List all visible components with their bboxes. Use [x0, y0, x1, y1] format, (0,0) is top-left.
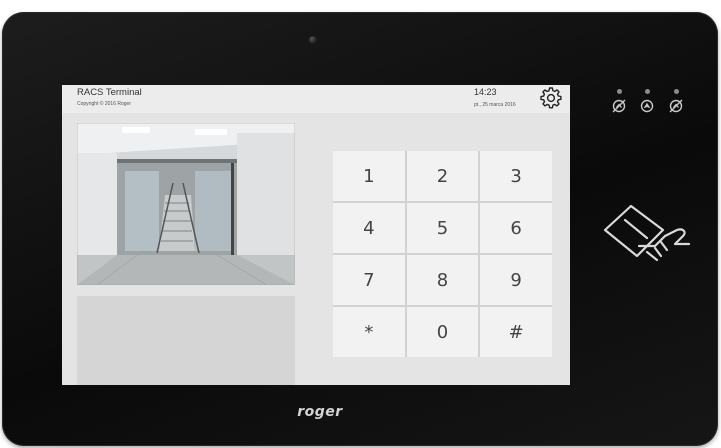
led-2: [645, 89, 650, 94]
key-5[interactable]: 5: [406, 203, 479, 253]
key-1[interactable]: 1: [333, 151, 405, 201]
info-panel: [77, 296, 295, 385]
contactless-card-reader-icon: [603, 204, 691, 262]
app-title: RACS Terminal: [77, 87, 142, 98]
key-0[interactable]: 0: [406, 307, 479, 357]
settings-button[interactable]: [538, 85, 564, 111]
card-disabled-icon: [612, 99, 626, 113]
touch-screen: RACS Terminal Copyright © 2016 Roger 14:…: [62, 85, 570, 385]
led-3: [674, 89, 679, 94]
key-6[interactable]: 6: [480, 203, 552, 253]
status-bar: RACS Terminal Copyright © 2016 Roger 14:…: [62, 85, 570, 113]
keypad: 1 2 3 4 5 6 7 8 9 * 0 #: [333, 151, 552, 357]
date-text: pt., 25 marca 2016: [474, 102, 516, 108]
card-active-icon: [640, 99, 654, 113]
key-2[interactable]: 2: [406, 151, 479, 201]
key-4[interactable]: 4: [333, 203, 405, 253]
clock: 14:23: [474, 87, 497, 97]
card-disabled-icon: [669, 99, 683, 113]
key-hash[interactable]: #: [480, 307, 552, 357]
gear-icon: [540, 87, 562, 109]
key-star[interactable]: *: [333, 307, 405, 357]
camera-preview-image: [77, 123, 295, 285]
key-3[interactable]: 3: [480, 151, 552, 201]
key-8[interactable]: 8: [406, 255, 479, 305]
key-9[interactable]: 9: [480, 255, 552, 305]
front-camera: [309, 36, 317, 44]
led-1: [617, 89, 622, 94]
brand-logo: roger: [297, 404, 343, 420]
key-7[interactable]: 7: [333, 255, 405, 305]
copyright-text: Copyright © 2016 Roger: [77, 101, 131, 107]
